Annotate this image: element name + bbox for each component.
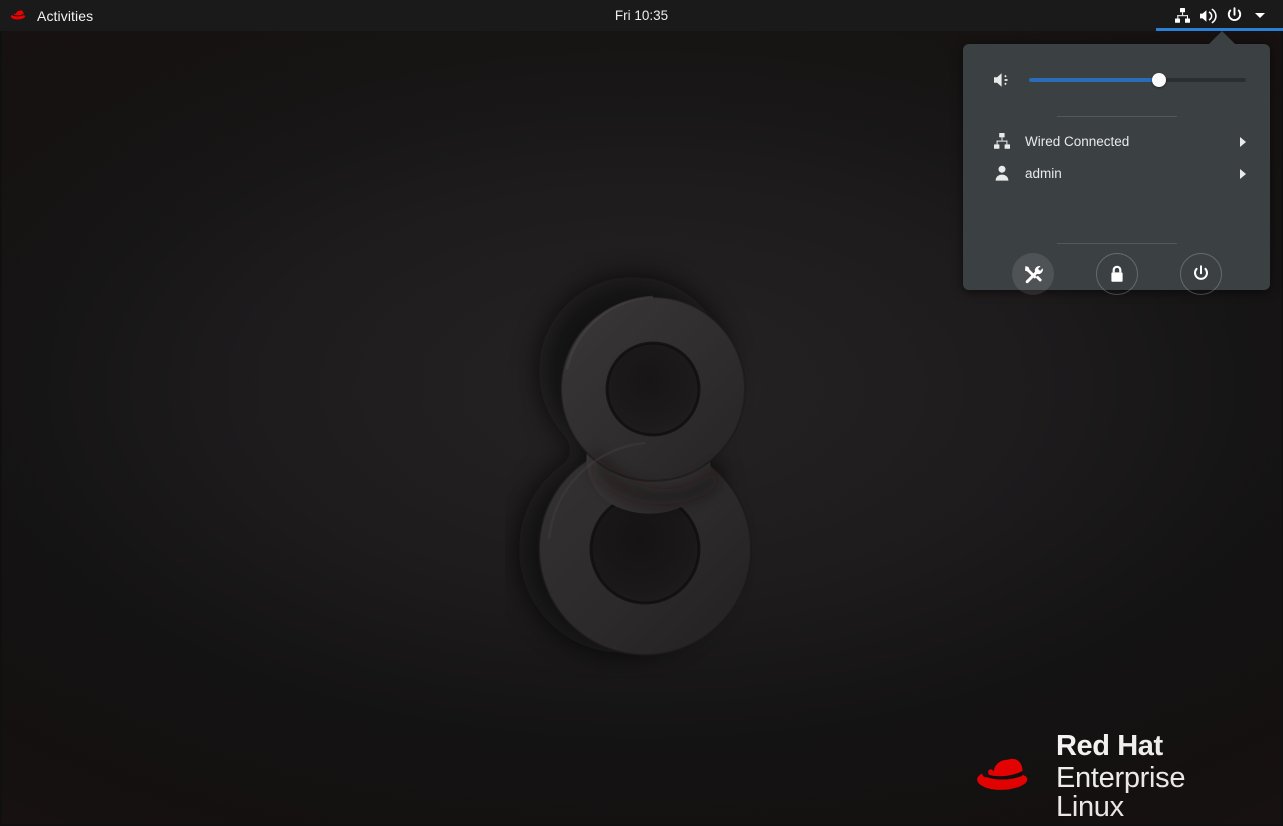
menu-row-network[interactable]: Wired Connected (963, 126, 1270, 156)
volume-icon[interactable] (1195, 0, 1221, 31)
clock-datetime[interactable]: Fri 10:35 (0, 0, 1283, 31)
network-wired-icon (993, 132, 1011, 150)
menu-separator-top (1057, 116, 1177, 117)
settings-button[interactable] (1012, 253, 1054, 295)
power-icon[interactable] (1221, 0, 1247, 31)
rhel-branding: Red Hat Enterprise Linux (974, 738, 1259, 816)
volume-slider[interactable] (1029, 70, 1246, 90)
network-wired-icon[interactable] (1169, 0, 1195, 31)
brand-line-enterprise-linux: Enterprise Linux (1056, 764, 1259, 822)
menu-row-user[interactable]: admin (963, 158, 1270, 188)
status-area[interactable] (1159, 0, 1283, 31)
power-button[interactable] (1180, 253, 1222, 295)
red-hat-fedora-icon (974, 753, 1042, 801)
volume-row (963, 62, 1270, 98)
menu-row-user-label: admin (1025, 166, 1238, 181)
user-icon (993, 164, 1011, 182)
system-menu-popup: Wired Connected admin (963, 44, 1270, 290)
wallpaper-numeral-8 (505, 249, 795, 679)
chevron-right-icon[interactable] (1238, 135, 1248, 147)
menu-separator-bottom (1057, 243, 1177, 244)
menu-row-network-label: Wired Connected (1025, 134, 1238, 149)
chevron-right-icon[interactable] (1238, 167, 1248, 179)
top-bar: Activities Fri 10:35 (0, 0, 1283, 31)
system-menu-tail (1208, 31, 1236, 45)
rhel-brand-text: Red Hat Enterprise Linux (1056, 732, 1259, 822)
chevron-down-icon[interactable] (1247, 0, 1273, 31)
volume-slider-fill (1029, 78, 1159, 82)
activities-button[interactable]: Activities (0, 0, 105, 31)
brand-line-red-hat: Red Hat (1056, 732, 1259, 761)
volume-slider-handle[interactable] (1152, 73, 1166, 87)
desktop-screen: Red Hat Enterprise Linux Activities Fri … (0, 0, 1283, 826)
lock-button[interactable] (1096, 253, 1138, 295)
system-menu-actions (963, 257, 1270, 290)
activities-label: Activities (37, 8, 93, 24)
volume-speaker-icon[interactable] (993, 70, 1013, 90)
redhat-logo-icon (10, 9, 29, 23)
